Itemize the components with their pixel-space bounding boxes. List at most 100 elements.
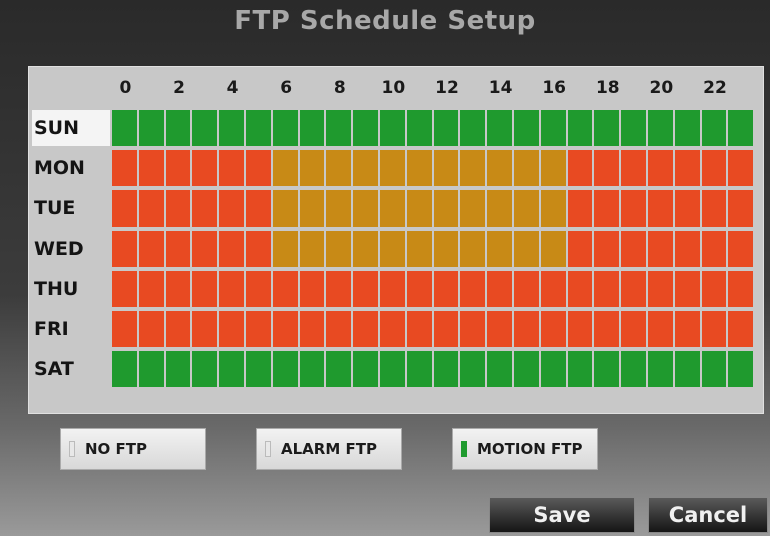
schedule-cell[interactable] <box>138 270 164 307</box>
schedule-cell[interactable] <box>487 351 512 388</box>
schedule-cell[interactable] <box>433 311 459 348</box>
day-label-wed[interactable]: WED <box>32 231 110 267</box>
schedule-cell[interactable] <box>648 270 673 307</box>
schedule-cell[interactable] <box>540 230 566 267</box>
schedule-cell[interactable] <box>326 311 352 348</box>
schedule-cell[interactable] <box>648 351 673 388</box>
schedule-cell[interactable] <box>514 150 539 187</box>
schedule-cell[interactable] <box>648 110 673 147</box>
schedule-cell[interactable] <box>192 190 218 227</box>
schedule-cell[interactable] <box>567 110 593 147</box>
schedule-cell[interactable] <box>246 110 271 147</box>
schedule-cell[interactable] <box>567 190 593 227</box>
schedule-cell[interactable] <box>299 311 325 348</box>
schedule-cell[interactable] <box>433 230 459 267</box>
schedule-cell[interactable] <box>406 190 432 227</box>
schedule-cell[interactable] <box>594 150 620 187</box>
schedule-cell[interactable] <box>380 190 405 227</box>
schedule-cell[interactable] <box>621 230 646 267</box>
schedule-cell[interactable] <box>326 110 352 147</box>
schedule-cell[interactable] <box>165 110 191 147</box>
schedule-cell[interactable] <box>326 270 352 307</box>
schedule-cell[interactable] <box>674 190 700 227</box>
schedule-cell[interactable] <box>272 351 298 388</box>
schedule-cell[interactable] <box>621 311 646 348</box>
schedule-cell[interactable] <box>406 110 432 147</box>
schedule-cell[interactable] <box>514 351 539 388</box>
schedule-cell[interactable] <box>433 351 459 388</box>
schedule-cell[interactable] <box>165 150 191 187</box>
schedule-cell[interactable] <box>246 230 271 267</box>
schedule-cell[interactable] <box>380 230 405 267</box>
schedule-cell[interactable] <box>487 270 512 307</box>
schedule-cell[interactable] <box>701 270 727 307</box>
day-label-mon[interactable]: MON <box>32 150 110 186</box>
schedule-cell[interactable] <box>433 150 459 187</box>
schedule-cell[interactable] <box>728 150 754 187</box>
schedule-cell[interactable] <box>112 230 137 267</box>
schedule-cell[interactable] <box>406 351 432 388</box>
schedule-cell[interactable] <box>728 110 754 147</box>
schedule-cell[interactable] <box>219 190 244 227</box>
schedule-cell[interactable] <box>272 270 298 307</box>
schedule-cell[interactable] <box>138 311 164 348</box>
schedule-cell[interactable] <box>674 230 700 267</box>
schedule-cell[interactable] <box>648 190 673 227</box>
schedule-cell[interactable] <box>380 150 405 187</box>
schedule-cell[interactable] <box>246 270 271 307</box>
schedule-cell[interactable] <box>514 311 539 348</box>
schedule-cell[interactable] <box>272 150 298 187</box>
schedule-cell[interactable] <box>514 110 539 147</box>
schedule-cell[interactable] <box>540 150 566 187</box>
schedule-cell[interactable] <box>487 230 512 267</box>
cancel-button[interactable]: Cancel <box>648 497 768 533</box>
schedule-cell[interactable] <box>246 190 271 227</box>
schedule-cell[interactable] <box>460 230 486 267</box>
schedule-cell[interactable] <box>219 110 244 147</box>
schedule-cell[interactable] <box>514 230 539 267</box>
schedule-cell[interactable] <box>621 110 646 147</box>
schedule-cell[interactable] <box>192 150 218 187</box>
schedule-cell[interactable] <box>648 150 673 187</box>
schedule-cell[interactable] <box>353 230 378 267</box>
schedule-cell[interactable] <box>165 311 191 348</box>
schedule-cell[interactable] <box>406 270 432 307</box>
schedule-cell[interactable] <box>728 351 754 388</box>
schedule-cell[interactable] <box>138 230 164 267</box>
schedule-cell[interactable] <box>433 190 459 227</box>
schedule-cell[interactable] <box>353 270 378 307</box>
schedule-cell[interactable] <box>648 230 673 267</box>
schedule-cell[interactable] <box>621 270 646 307</box>
schedule-cell[interactable] <box>192 110 218 147</box>
schedule-cell[interactable] <box>138 150 164 187</box>
schedule-cell[interactable] <box>138 351 164 388</box>
schedule-cell[interactable] <box>406 311 432 348</box>
schedule-cell[interactable] <box>112 311 137 348</box>
save-button[interactable]: Save <box>489 497 635 533</box>
schedule-cell[interactable] <box>460 150 486 187</box>
schedule-cell[interactable] <box>460 270 486 307</box>
schedule-cell[interactable] <box>621 150 646 187</box>
schedule-cell[interactable] <box>540 351 566 388</box>
schedule-cell[interactable] <box>594 230 620 267</box>
schedule-cell[interactable] <box>621 351 646 388</box>
schedule-cell[interactable] <box>487 150 512 187</box>
schedule-cell[interactable] <box>514 270 539 307</box>
schedule-cell[interactable] <box>192 230 218 267</box>
schedule-cell[interactable] <box>299 110 325 147</box>
schedule-cell[interactable] <box>728 311 754 348</box>
schedule-cell[interactable] <box>272 230 298 267</box>
schedule-cell[interactable] <box>353 311 378 348</box>
schedule-cell[interactable] <box>192 351 218 388</box>
schedule-cell[interactable] <box>728 230 754 267</box>
day-label-thu[interactable]: THU <box>32 271 110 307</box>
schedule-cell[interactable] <box>701 311 727 348</box>
schedule-cell[interactable] <box>192 270 218 307</box>
no-ftp-button[interactable]: NO FTP <box>60 428 206 470</box>
schedule-cell[interactable] <box>165 270 191 307</box>
schedule-cell[interactable] <box>701 351 727 388</box>
schedule-cell[interactable] <box>380 351 405 388</box>
schedule-cell[interactable] <box>594 190 620 227</box>
schedule-cell[interactable] <box>219 150 244 187</box>
schedule-cell[interactable] <box>112 351 137 388</box>
